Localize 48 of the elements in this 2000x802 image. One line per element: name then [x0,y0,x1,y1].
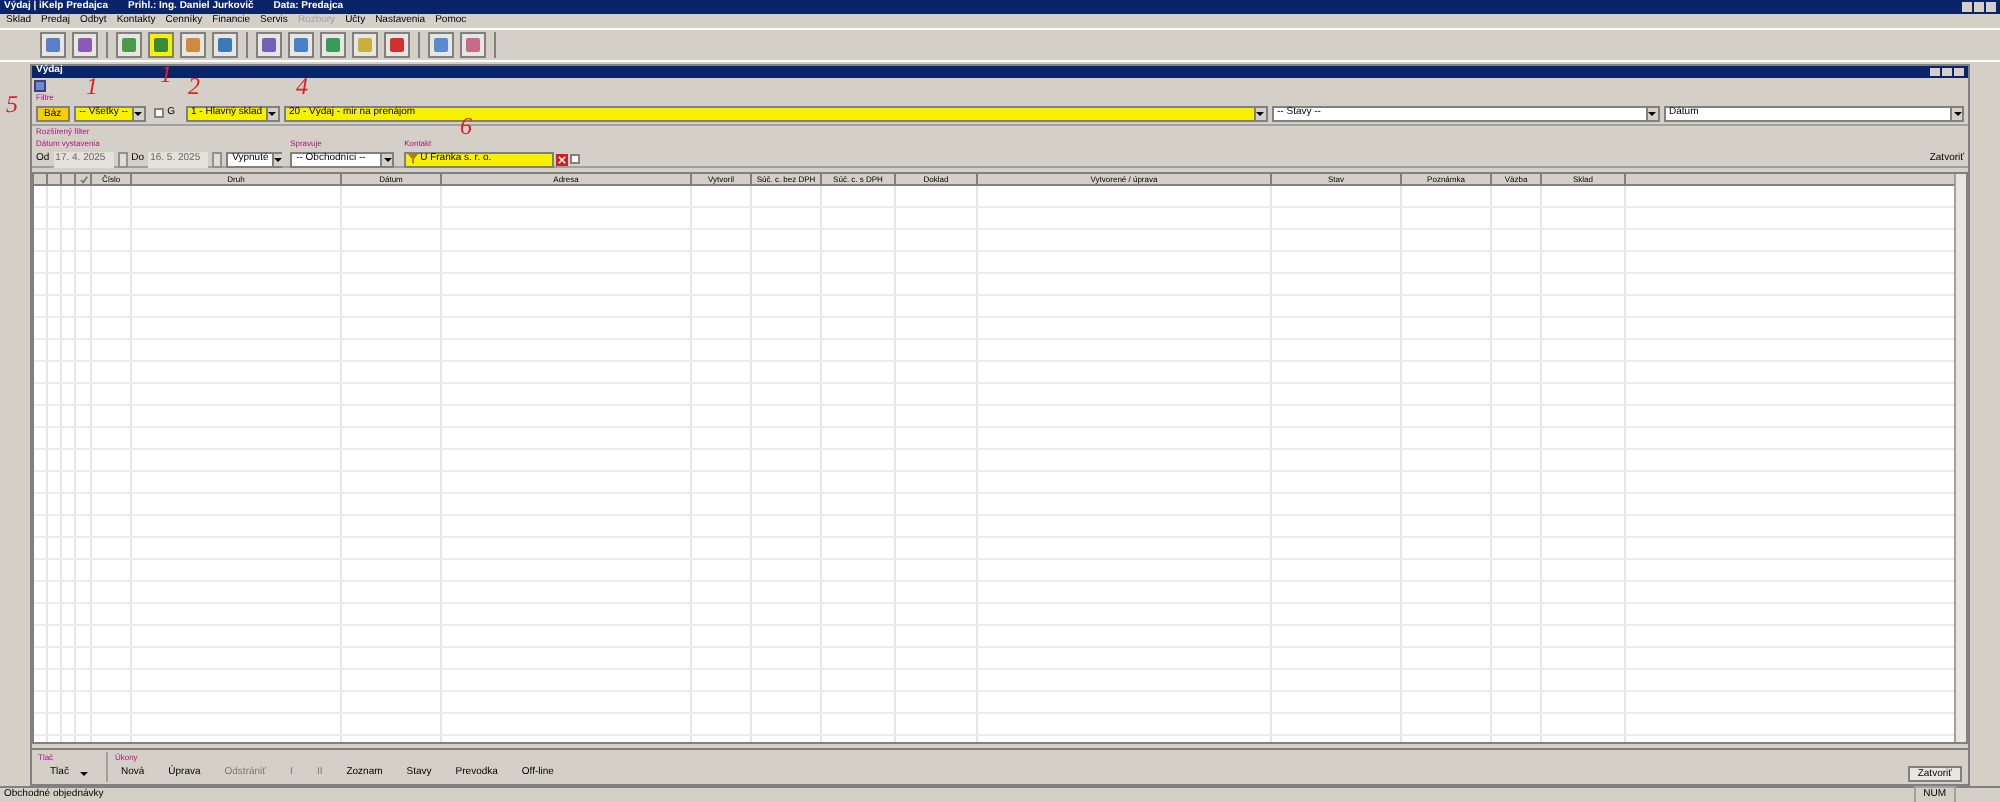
dropdown-arrow-icon [383,157,392,161]
scrollbar[interactable] [1954,174,1966,742]
toolbar-button[interactable] [288,32,314,58]
dropdown-arrow-icon [274,157,283,161]
toolbar-button[interactable] [148,32,174,58]
document-icon [218,38,232,52]
clear-button[interactable] [556,153,569,165]
close-icon [558,155,567,163]
toolbar-button[interactable] [72,32,98,58]
dropdown-arrow-icon [268,111,277,115]
toolbar-button[interactable] [180,32,206,58]
toolbar-button[interactable] [384,32,410,58]
dropdown-arrow-icon [1953,111,1961,115]
document-icon [122,38,136,52]
dropdown-arrow-icon [1256,111,1265,115]
checkmark-icon [79,175,87,183]
dropdown-arrow-icon [134,111,143,115]
annotation-number: 4 [296,74,308,98]
annotation-number: 5 [6,92,18,116]
annotation-number: 2 [188,74,200,98]
toolbar-button[interactable] [428,32,454,58]
document-icon [78,38,92,52]
spin-button[interactable] [117,151,128,167]
toolbar-button[interactable] [212,32,238,58]
document-icon [466,38,480,52]
contact-checkbox[interactable] [570,154,581,164]
panel-icon[interactable] [34,79,46,91]
toolbar-button[interactable] [460,32,486,58]
document-icon [326,38,340,52]
document-icon [154,38,168,52]
dropdown-arrow-icon [1648,111,1657,115]
document-icon [294,38,308,52]
toolbar-button[interactable] [352,32,378,58]
annotation-number: 1 [86,74,98,98]
funnel-icon [408,154,419,164]
dropdown-arrow-icon [80,771,89,775]
document-icon [358,38,372,52]
document-icon [186,38,200,52]
toolbar-button[interactable] [320,32,346,58]
toolbar-button[interactable] [116,32,142,58]
toolbar-button[interactable] [256,32,282,58]
document-icon [46,38,60,52]
document-icon [434,38,448,52]
document-icon [262,38,276,52]
toolbar-button[interactable] [40,32,66,58]
g-checkbox[interactable] [153,108,164,118]
document-icon [390,38,404,52]
spin-button[interactable] [212,151,223,167]
